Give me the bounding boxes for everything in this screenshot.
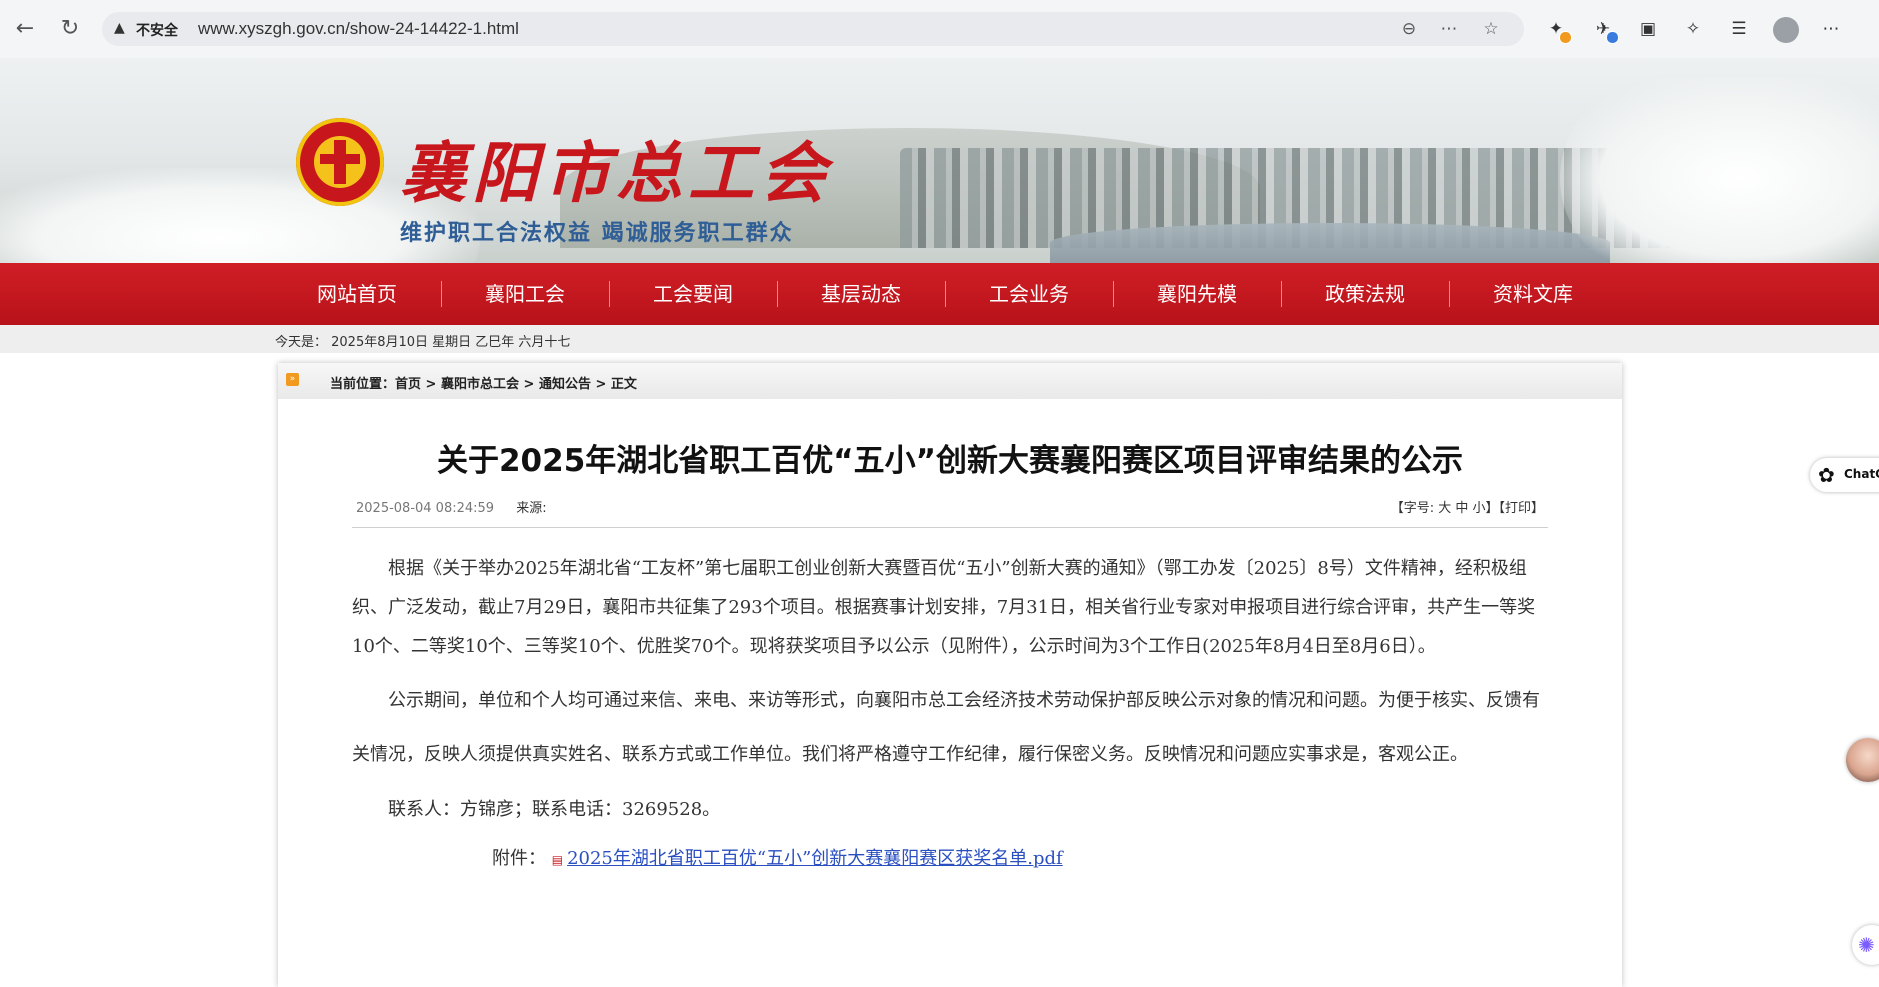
reload-icon[interactable]: ↻ [55, 14, 85, 44]
union-emblem-icon [296, 118, 384, 206]
nav-item-library[interactable]: 资料文库 [1449, 263, 1617, 325]
browser-toolbar: ← ↻ ▲ 不安全 www.xyszgh.gov.cn/show-24-1442… [0, 0, 1879, 59]
article-panel: » 当前位置：首页 > 襄阳市总工会 > 通知公告 > 正文 关于2025年湖北… [278, 363, 1622, 987]
article-body: 根据《关于举办2025年湖北省“工友杯”第七届职工创业创新大赛暨百优“五小”创新… [352, 549, 1548, 880]
river-decoration [1050, 223, 1610, 263]
nav-item-union-news[interactable]: 工会要闻 [609, 263, 777, 325]
paragraph-3: 联系人：方锦彦；联系电话：3269528。 [388, 799, 721, 820]
extension-icon-3[interactable]: ▣ [1635, 16, 1661, 42]
paragraph-1: 根据《关于举办2025年湖北省“工友杯”第七届职工创业创新大赛暨百优“五小”创新… [352, 558, 1536, 657]
article-meta: 2025-08-04 08:24:59 来源: [356, 497, 547, 516]
current-date: 今天是： 2025年8月10日 星期日 乙巳年 六月十七 [275, 335, 571, 350]
breadcrumb-current: 正文 [610, 377, 637, 392]
publish-datetime: 2025-08-04 08:24:59 [356, 501, 495, 516]
paragraph-2: 公示期间，单位和个人均可通过来信、来电、来访等形式，向襄阳市总工会经济技术劳动保… [352, 690, 1540, 765]
main-navigation: 网站首页 襄阳工会 工会要闻 基层动态 工会业务 襄阳先模 政策法规 资料文库 [0, 263, 1879, 325]
warning-icon: ▲ [114, 20, 125, 36]
site-banner: 襄阳市总工会 维护职工合法权益 竭诚服务职工群众 [0, 58, 1879, 263]
attachment-label: 附件： [492, 848, 546, 869]
zoom-icon[interactable]: ⊖ [1398, 18, 1420, 40]
breadcrumb-union[interactable]: 襄阳市总工会 [441, 377, 519, 392]
assistant-avatar-icon[interactable] [1846, 738, 1879, 782]
more-dots-icon[interactable]: ⋯ [1438, 18, 1460, 40]
back-arrow-icon[interactable]: ← [10, 14, 40, 44]
extension-icon-1[interactable]: ✦ [1543, 16, 1572, 44]
menu-dots-icon[interactable]: ⋯ [1818, 16, 1844, 42]
nav-item-union-business[interactable]: 工会业务 [945, 263, 1113, 325]
source-label: 来源: [516, 501, 547, 516]
site-name: 襄阳市总工会 [400, 134, 832, 212]
url-text[interactable]: www.xyszgh.gov.cn/show-24-14422-1.html [198, 19, 519, 39]
nav-item-models[interactable]: 襄阳先模 [1113, 263, 1281, 325]
chatgpt-sidebar-tab[interactable]: ✿ ChatG [1810, 458, 1879, 492]
cloud-decoration [1560, 78, 1879, 263]
divider [352, 527, 1548, 528]
breadcrumb-bar: » 当前位置：首页 > 襄阳市总工会 > 通知公告 > 正文 [278, 363, 1622, 399]
nav-item-policy[interactable]: 政策法规 [1281, 263, 1449, 325]
nav-item-xiangyang-union[interactable]: 襄阳工会 [441, 263, 609, 325]
rss-icon: » [286, 373, 299, 386]
puzzle-icon[interactable]: ✧ [1680, 16, 1706, 42]
chat-label: ChatG [1844, 467, 1879, 481]
security-label: 不安全 [136, 23, 178, 39]
nav-item-home[interactable]: 网站首页 [273, 263, 441, 325]
copilot-icon[interactable]: ✺ [1852, 925, 1879, 965]
openai-icon: ✿ [1818, 463, 1835, 487]
attachment-line: 附件： ▤ 2025年湖北省职工百优“五小”创新大赛襄阳赛区获奖名单.pdf [492, 839, 1548, 880]
breadcrumb: 当前位置：首页 > 襄阳市总工会 > 通知公告 > 正文 [330, 377, 637, 392]
profile-avatar-icon[interactable] [1773, 17, 1799, 43]
date-bar: 今天是： 2025年8月10日 星期日 乙巳年 六月十七 [0, 325, 1879, 353]
article-title: 关于2025年湖北省职工百优“五小”创新大赛襄阳赛区项目评审结果的公示 [436, 443, 1464, 479]
favorite-star-icon[interactable]: ☆ [1480, 18, 1502, 40]
breadcrumb-home[interactable]: 首页 [395, 377, 421, 392]
favorites-list-icon[interactable]: ☰ [1726, 16, 1752, 42]
pdf-icon: ▤ [551, 853, 564, 867]
extension-icon-2[interactable]: ✈ [1590, 16, 1619, 44]
address-bar[interactable]: ▲ 不安全 www.xyszgh.gov.cn/show-24-14422-1.… [102, 12, 1524, 46]
attachment-link[interactable]: 2025年湖北省职工百优“五小”创新大赛襄阳赛区获奖名单.pdf [567, 848, 1063, 869]
nav-item-grassroots[interactable]: 基层动态 [777, 263, 945, 325]
site-slogan: 维护职工合法权益 竭诚服务职工群众 [400, 221, 794, 246]
font-size-controls[interactable]: 【字号: 大 中 小】【打印】 [1391, 497, 1544, 516]
breadcrumb-notices[interactable]: 通知公告 [539, 377, 591, 392]
